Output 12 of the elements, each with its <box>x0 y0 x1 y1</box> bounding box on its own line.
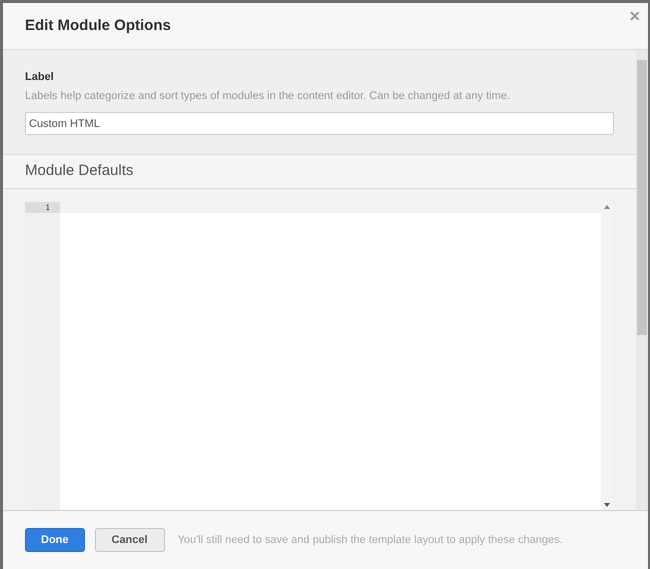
help-text: Labels help categorize and sort types of modules in the content editor. Can be changed at any time. <box>25 88 511 104</box>
scrollbar-thumb[interactable] <box>637 60 647 335</box>
footer-note: You'll still need to save and publish the template layout to apply these changes. <box>178 532 563 548</box>
cancel-button[interactable]: Cancel <box>94 528 165 552</box>
label-input-field[interactable]: Custom HTML <box>25 112 614 135</box>
dialog-title: Edit Module Options <box>25 16 171 36</box>
scroll-up-icon[interactable] <box>604 205 610 209</box>
line-number: 1 <box>25 202 60 213</box>
scroll-down-icon[interactable] <box>604 503 610 507</box>
section-heading: Module Defaults <box>25 161 134 182</box>
done-button[interactable]: Done <box>25 528 84 552</box>
field-label: Label <box>25 70 55 85</box>
